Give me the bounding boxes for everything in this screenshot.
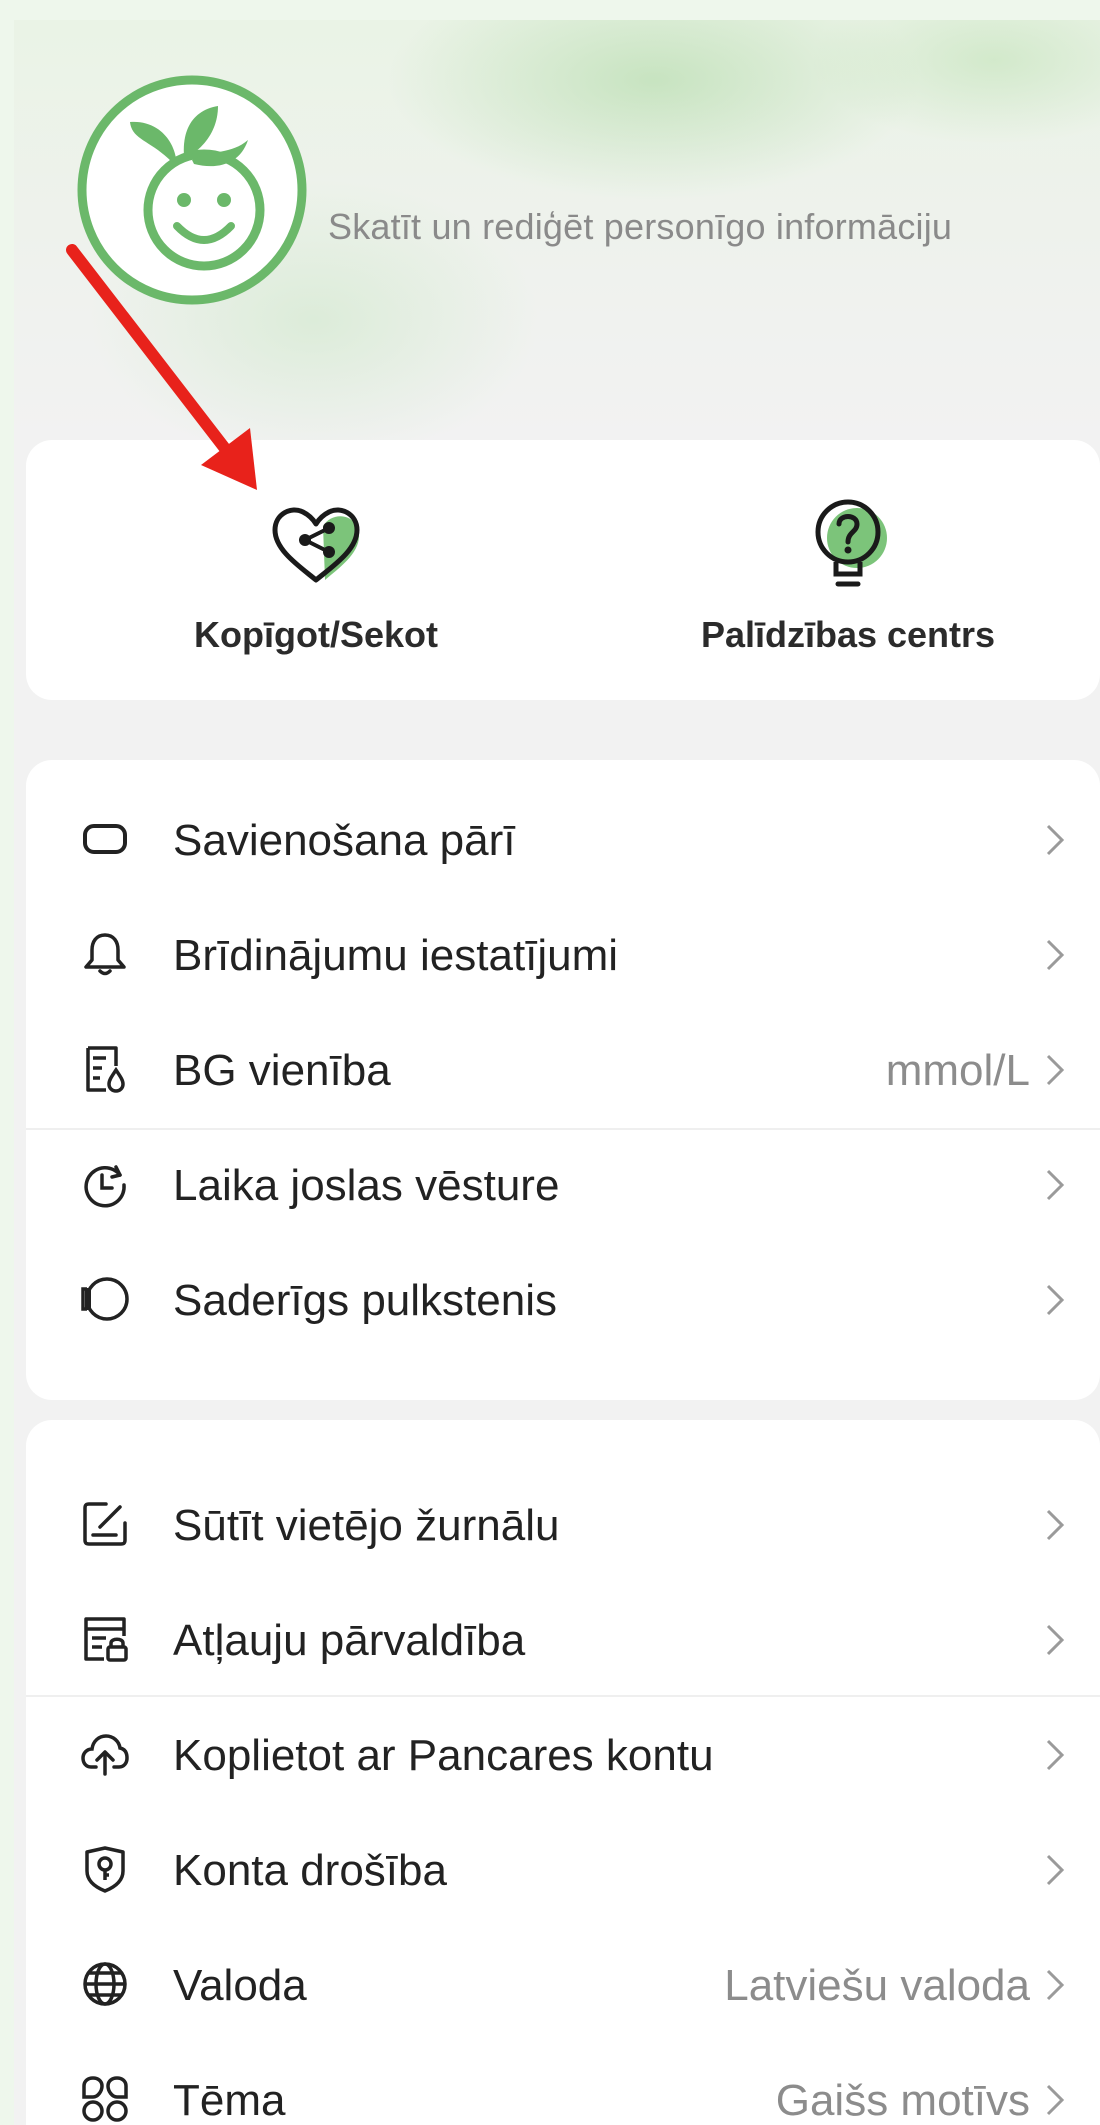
globe-icon: [83, 1962, 127, 2006]
settings-screen: Skatīt un rediģēt personīgo informāciju …: [14, 20, 1100, 2125]
settings-row-value: Latviešu valoda: [724, 1961, 1030, 2010]
settings-row-timezone-history[interactable]: Laika joslas vēsture: [26, 1125, 1100, 1240]
settings-row-send-log[interactable]: Sūtīt vietējo žurnālu: [26, 1465, 1100, 1580]
cloud-upload-icon: [81, 1734, 129, 1776]
settings-row-account-security[interactable]: Konta drošība: [26, 1810, 1100, 1925]
chevron-right-icon: [1046, 1509, 1065, 1541]
settings-row-label: Valoda: [173, 1961, 307, 2010]
blood-glucose-unit-icon: [86, 1046, 125, 1093]
chevron-right-icon: [1046, 1854, 1065, 1886]
settings-row-value: mmol/L: [885, 1046, 1030, 1095]
annotation-arrow: [66, 244, 257, 490]
help-center-button[interactable]: Palīdzības centrs: [648, 440, 1048, 700]
chevron-right-icon: [1046, 1284, 1065, 1316]
shield-icon: [85, 1846, 125, 1893]
device-pairing-icon: [83, 824, 127, 854]
settings-row-label: Laika joslas vēsture: [173, 1161, 560, 1210]
settings-row-share-pancares[interactable]: Koplietot ar Pancares kontu: [26, 1695, 1100, 1810]
settings-row-label: Savienošana pārī: [173, 816, 516, 865]
settings-row-label: Atļauju pārvaldība: [173, 1616, 526, 1665]
chevron-right-icon: [1046, 1054, 1065, 1086]
settings-row-watch[interactable]: Saderīgs pulkstenis: [26, 1240, 1100, 1355]
lightbulb-question-icon: [815, 499, 887, 587]
edit-log-icon: [83, 1502, 127, 1546]
settings-row-label: Sūtīt vietējo žurnālu: [173, 1501, 560, 1550]
settings-row-value: Gaišs motīvs: [775, 2076, 1030, 2125]
share-follow-label: Kopīgot/Sekot: [194, 614, 438, 655]
settings-row-label: Brīdinājumu iestatījumi: [173, 931, 619, 980]
chevron-right-icon: [1046, 1169, 1065, 1201]
help-center-label: Palīdzības centrs: [700, 614, 996, 655]
settings-row-label: Koplietot ar Pancares kontu: [173, 1731, 714, 1780]
settings-row-pairing[interactable]: Savienošana pārī: [26, 780, 1100, 895]
settings-row-label: BG vienība: [173, 1046, 391, 1095]
profile-edit-link[interactable]: Skatīt un rediģēt personīgo informāciju: [328, 206, 952, 248]
settings-row-label: Saderīgs pulkstenis: [173, 1276, 557, 1325]
chevron-right-icon: [1046, 1739, 1065, 1771]
settings-row-language[interactable]: Valoda Latviešu valoda: [26, 1925, 1100, 2040]
watch-icon: [81, 1277, 129, 1321]
settings-row-label: Konta drošība: [173, 1846, 447, 1895]
clock-history-icon: [84, 1165, 126, 1208]
settings-group-device: Savienošana pārī Brīdinājumu iestatījumi…: [26, 760, 1100, 1400]
chevron-right-icon: [1046, 939, 1065, 971]
chevron-right-icon: [1046, 2084, 1065, 2116]
chevron-right-icon: [1046, 1624, 1065, 1656]
settings-row-alerts[interactable]: Brīdinājumu iestatījumi: [26, 895, 1100, 1010]
chevron-right-icon: [1046, 1969, 1065, 2001]
settings-row-permissions[interactable]: Atļauju pārvaldība: [26, 1580, 1100, 1695]
chevron-right-icon: [1046, 824, 1065, 856]
bell-icon: [84, 933, 126, 976]
settings-row-label: Tēma: [173, 2076, 286, 2125]
settings-row-theme[interactable]: Tēma Gaišs motīvs: [26, 2040, 1100, 2125]
settings-group-account: Sūtīt vietējo žurnālu Atļauju pārvaldība…: [26, 1420, 1100, 2125]
settings-row-bg-unit[interactable]: BG vienība mmol/L: [26, 1010, 1100, 1125]
permission-lock-icon: [84, 1617, 128, 1662]
theme-grid-icon: [82, 2076, 128, 2122]
